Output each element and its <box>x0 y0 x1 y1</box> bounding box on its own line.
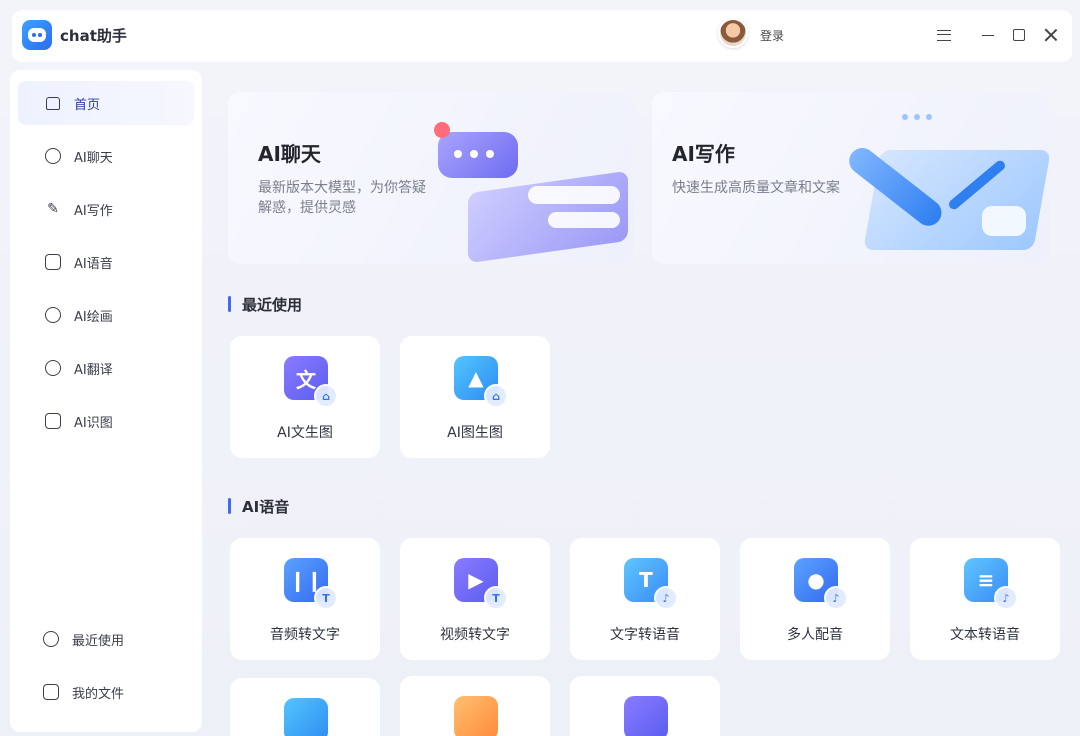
sidebar: 首页 AI聊天 ✎ AI写作 AI语音 AI绘画 AI翻译 AI识图 最近使用 <box>10 70 202 732</box>
title-bar: chat助手 登录 <box>12 10 1072 62</box>
sidebar-item-label: AI语音 <box>74 256 113 272</box>
tile-label: 文本转语音 <box>950 627 1020 643</box>
tile-text-to-image[interactable]: 文 ⌂ AI文生图 <box>230 336 380 458</box>
tile-label: 文字转语音 <box>610 627 680 643</box>
folder-icon <box>454 696 498 736</box>
ai-chat-card-title: AI聊天 <box>258 142 321 166</box>
palette-icon <box>44 306 62 324</box>
tile-partial-2[interactable] <box>400 676 550 736</box>
sidebar-item-home[interactable]: 首页 <box>18 81 194 125</box>
sidebar-item-label: AI翻译 <box>74 362 113 378</box>
menu-icon <box>937 29 951 41</box>
recent-section-title: 最近使用 <box>228 294 302 315</box>
sidebar-item-label: AI写作 <box>74 203 113 219</box>
scan-icon <box>44 412 62 430</box>
tile-video-to-text[interactable]: ▶ T 视频转文字 <box>400 538 550 660</box>
sidebar-item-ai-recognize[interactable]: AI识图 <box>18 399 194 443</box>
tile-image-to-image[interactable]: ▲ ⌂ AI图生图 <box>400 336 550 458</box>
video-to-text-icon: ▶ T <box>454 558 508 610</box>
ai-chat-card[interactable]: AI聊天 最新版本大模型，为你答疑解惑，提供灵感 <box>228 92 634 264</box>
ai-chat-card-desc: 最新版本大模型，为你答疑解惑，提供灵感 <box>258 180 426 216</box>
tile-partial-3[interactable] <box>570 676 720 736</box>
sidebar-item-ai-writing[interactable]: ✎ AI写作 <box>18 187 194 231</box>
sidebar-item-ai-painting[interactable]: AI绘画 <box>18 293 194 337</box>
document-to-speech-icon: ≡ ♪ <box>964 558 1018 610</box>
tile-label: AI图生图 <box>447 425 503 441</box>
tile-label: 音频转文字 <box>270 627 340 643</box>
image-icon <box>284 698 328 736</box>
ai-writing-card-title: AI写作 <box>672 142 735 166</box>
file-icon <box>42 683 60 701</box>
tile-label: 多人配音 <box>787 627 843 643</box>
user-avatar[interactable] <box>718 18 748 48</box>
tile-document-to-speech[interactable]: ≡ ♪ 文本转语音 <box>910 538 1060 660</box>
history-icon <box>42 630 60 648</box>
ai-writing-card[interactable]: AI写作 快速生成高质量文章和文案 <box>652 92 1050 264</box>
text-to-speech-icon: T ♪ <box>624 558 678 610</box>
close-button[interactable] <box>1040 24 1062 46</box>
text-to-image-icon: 文 ⌂ <box>284 356 338 408</box>
ai-writing-card-desc: 快速生成高质量文章和文案 <box>672 180 840 196</box>
audio-icon <box>44 253 62 271</box>
pen-icon: ✎ <box>47 201 59 217</box>
tile-text-to-speech[interactable]: T ♪ 文字转语音 <box>570 538 720 660</box>
maximize-icon <box>1013 29 1025 41</box>
menu-button[interactable] <box>933 24 955 46</box>
sidebar-item-label: AI识图 <box>74 415 113 431</box>
tile-label: AI文生图 <box>277 425 333 441</box>
chat-icon <box>44 147 62 165</box>
voice-section-title: AI语音 <box>228 496 289 517</box>
tile-label: 视频转文字 <box>440 627 510 643</box>
sidebar-item-label: AI聊天 <box>74 150 113 166</box>
audio-to-text-icon: ❙❙ T <box>284 558 338 610</box>
sidebar-item-ai-voice[interactable]: AI语音 <box>18 240 194 284</box>
app-window: chat助手 登录 首页 AI聊天 ✎ AI写作 AI语音 AI绘画 AI翻译 … <box>0 0 1080 736</box>
minimize-icon <box>982 34 994 36</box>
tile-multi-voice[interactable]: ● ♪ 多人配音 <box>740 538 890 660</box>
sidebar-item-my-files[interactable]: 我的文件 <box>18 670 194 714</box>
sidebar-item-label: AI绘画 <box>74 309 113 325</box>
image-to-image-icon: ▲ ⌂ <box>454 356 508 408</box>
home-icon <box>44 94 62 112</box>
maximize-button[interactable] <box>1008 24 1030 46</box>
chat-illustration-icon <box>428 112 628 264</box>
sidebar-item-recent[interactable]: 最近使用 <box>18 617 194 661</box>
tile-partial-1[interactable] <box>230 678 380 736</box>
login-button[interactable]: 登录 <box>760 27 784 44</box>
sidebar-item-ai-chat[interactable]: AI聊天 <box>18 134 194 178</box>
tile-audio-to-text[interactable]: ❙❙ T 音频转文字 <box>230 538 380 660</box>
minimize-button[interactable] <box>977 24 999 46</box>
video-icon <box>624 696 668 736</box>
sidebar-item-ai-translate[interactable]: AI翻译 <box>18 346 194 390</box>
app-title: chat助手 <box>60 27 127 45</box>
robot-logo-icon <box>22 20 52 50</box>
sidebar-item-label: 首页 <box>74 97 101 113</box>
sidebar-item-label: 我的文件 <box>72 686 125 702</box>
sidebar-item-label: 最近使用 <box>72 633 125 649</box>
multi-voice-icon: ● ♪ <box>794 558 848 610</box>
pen-illustration-icon <box>842 110 1050 260</box>
translate-icon <box>44 359 62 377</box>
close-icon <box>1044 28 1058 42</box>
